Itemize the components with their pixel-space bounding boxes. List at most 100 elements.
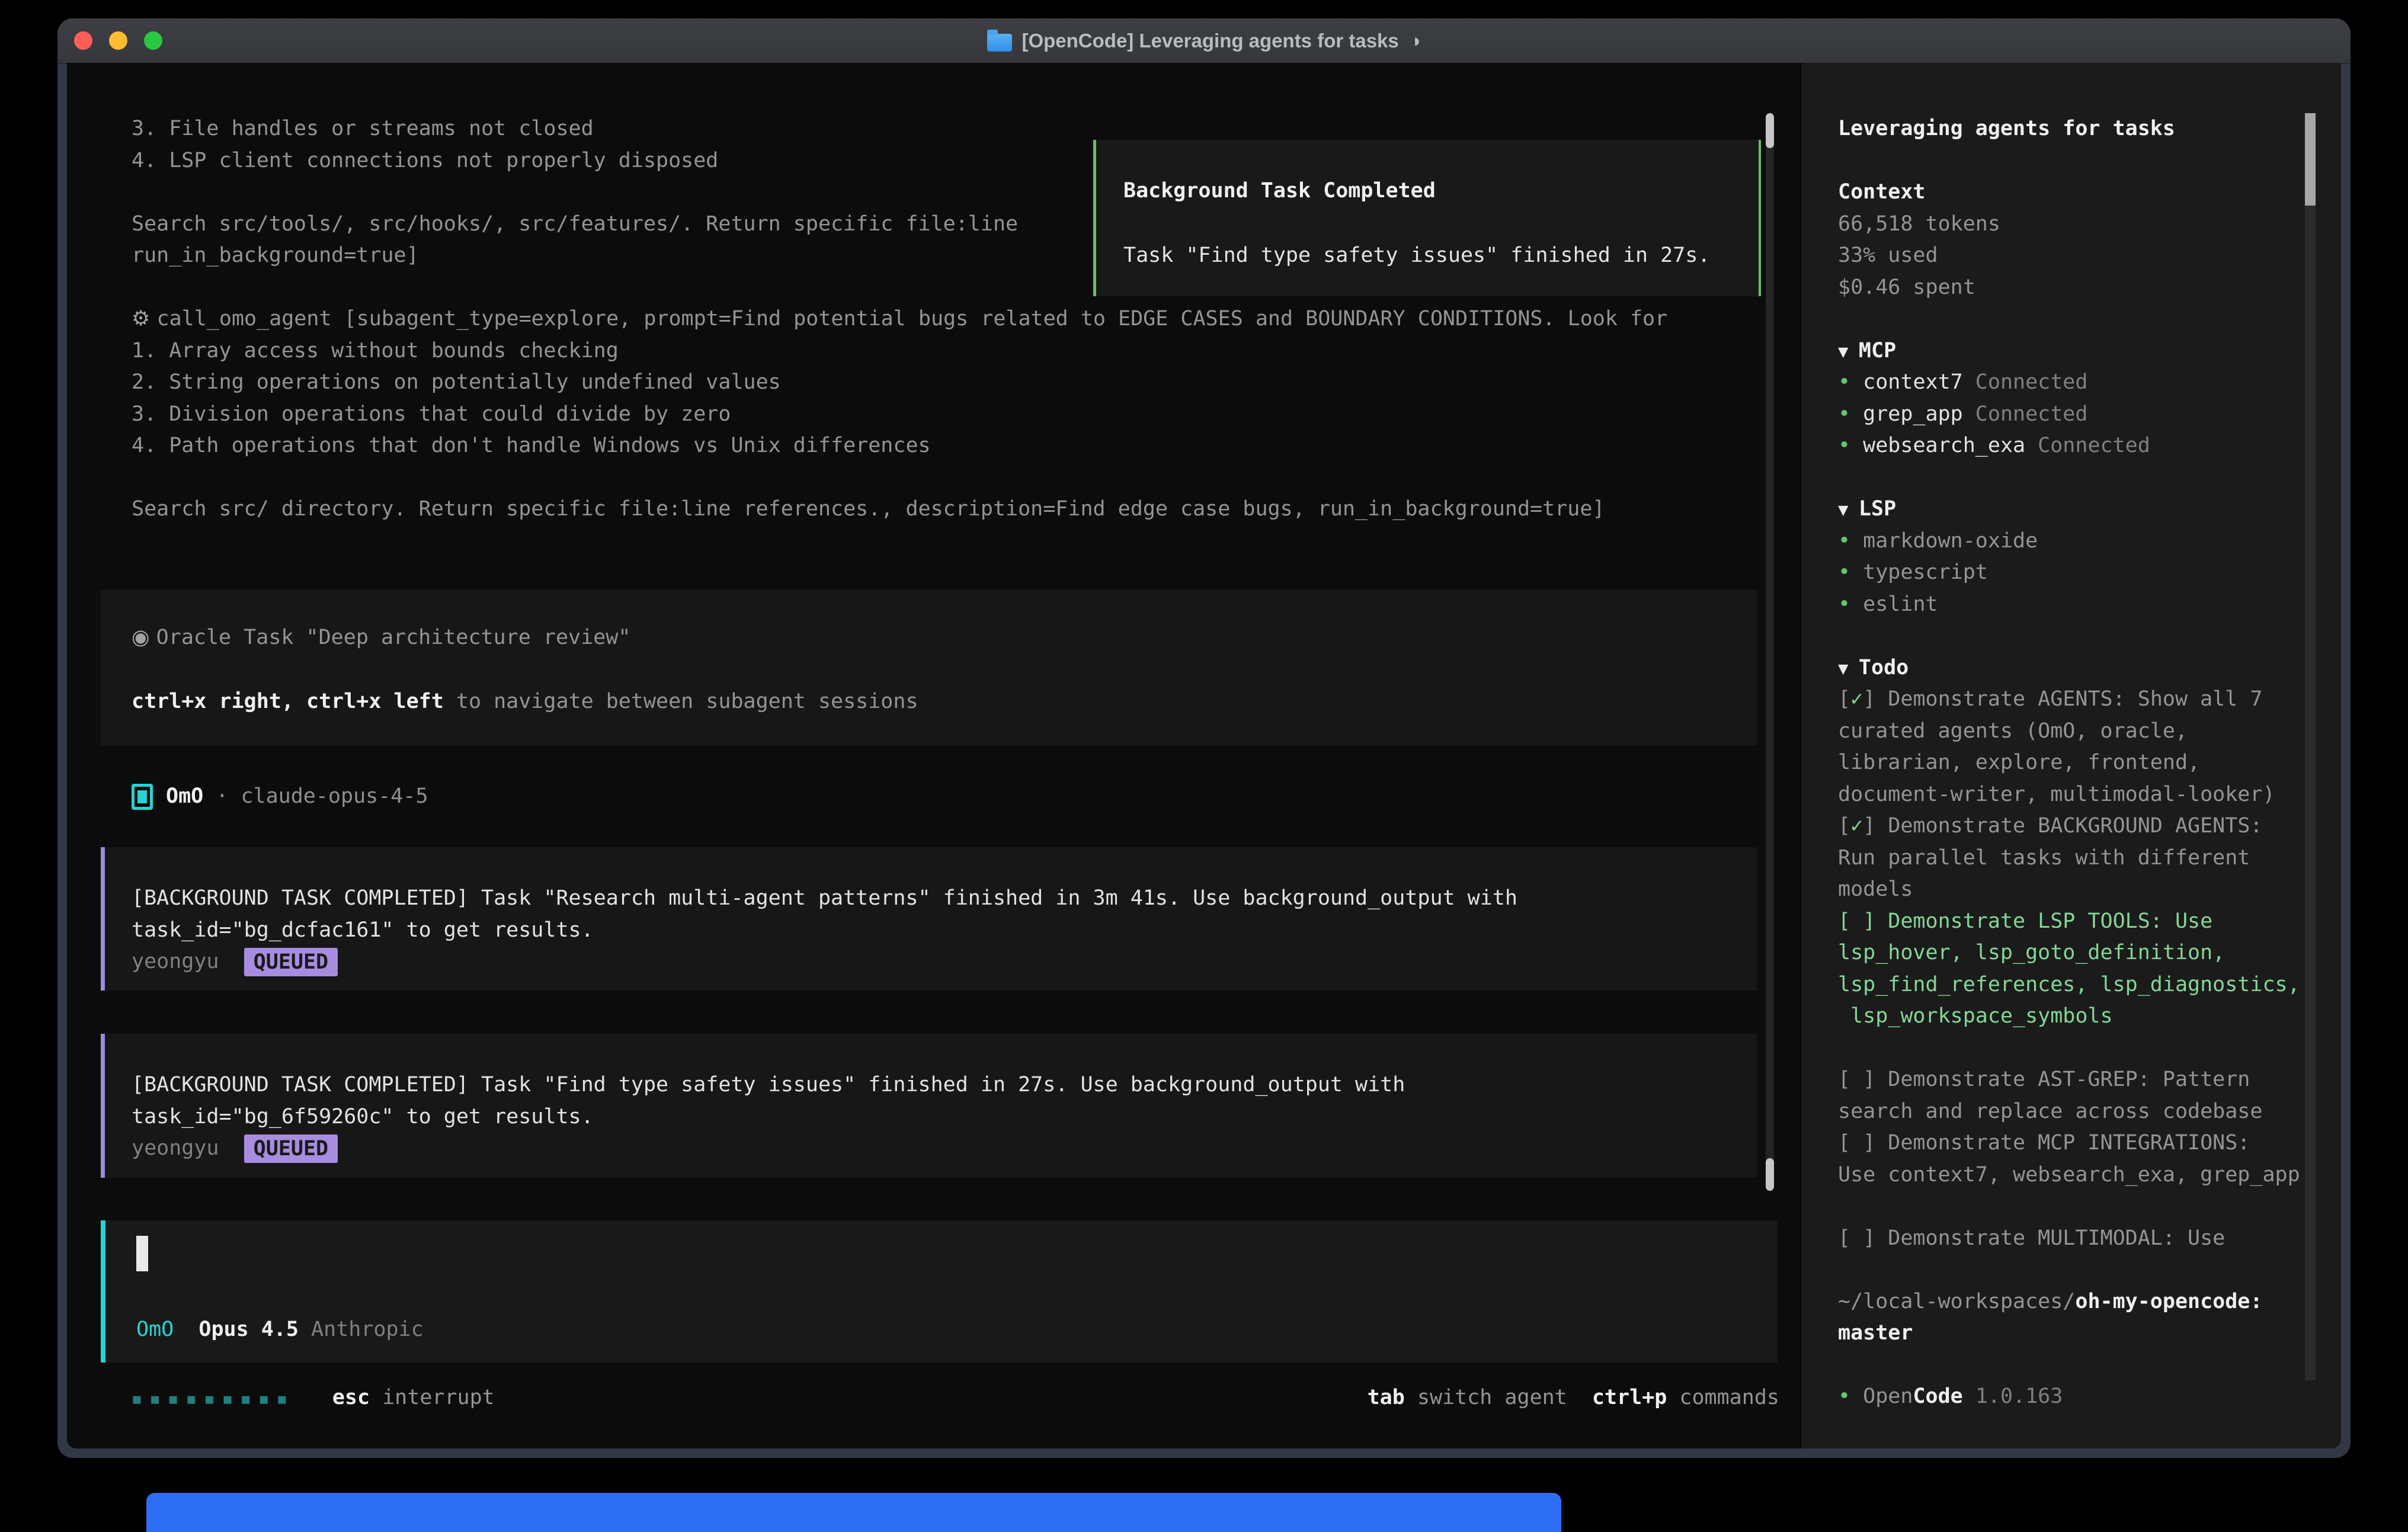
- background-task-message-2: [BACKGROUND TASK COMPLETED] Task "Find t…: [101, 1034, 1757, 1178]
- sidebar-line: lsp_hover, lsp_goto_definition,: [1838, 937, 2305, 969]
- main-scrollbar-thumb-bottom[interactable]: [1766, 1158, 1774, 1191]
- agent-header: OmO · claude-opus-4-5: [132, 781, 428, 813]
- main-scrollbar-thumb-top[interactable]: [1766, 113, 1774, 148]
- status-badge: QUEUED: [244, 1134, 338, 1163]
- text-segment: tab: [1368, 1386, 1405, 1409]
- sidebar-line: • typescript: [1838, 557, 2305, 589]
- session-sidebar: Leveraging agents for tasks Context66,51…: [1800, 63, 2341, 1448]
- sidebar-line: ▼ LSP: [1838, 493, 2305, 525]
- text-segment: Search src/tools/, src/hooks/, src/featu…: [132, 212, 1018, 236]
- oracle-navigation-hint: ctrl+x right, ctrl+x left to navigate be…: [132, 686, 918, 718]
- text-cursor: [136, 1236, 148, 1271]
- sidebar-line: master: [1838, 1318, 2305, 1350]
- background-task-message-1: [BACKGROUND TASK COMPLETED] Task "Resear…: [101, 847, 1757, 991]
- opencode-window: [OpenCode] Leveraging agents for tasks ◑…: [57, 18, 2351, 1458]
- sidebar-line: [✓] Demonstrate BACKGROUND AGENTS:: [1838, 810, 2305, 842]
- text-segment: [ ] Demonstrate MULTIMODAL: Use: [1838, 1226, 2225, 1250]
- omo-agent-icon: [132, 784, 153, 810]
- message-lines: [BACKGROUND TASK COMPLETED] Task "Find t…: [132, 1069, 1757, 1165]
- text-segment: librarian, explore, frontend,: [1838, 751, 2200, 774]
- text-segment: [ ] Demonstrate AST-GREP: Pattern: [1838, 1068, 2250, 1091]
- sidebar-line: Use context7, websearch_exa, grep_app: [1838, 1159, 2305, 1191]
- text-segment: •: [1838, 592, 1863, 616]
- text-segment: ctrl+p: [1592, 1386, 1667, 1409]
- sidebar-line: • markdown-oxide: [1838, 525, 2305, 557]
- text-segment: ▪▪▪▪▪▪▪▪▪: [132, 1390, 295, 1408]
- text-segment: eslint: [1863, 592, 1938, 616]
- text-segment: Demonstrate BACKGROUND AGENTS:: [1888, 814, 2262, 838]
- text-segment: call_omo_agent [subagent_type=explore, p…: [157, 307, 1668, 331]
- text-segment: Demonstrate AGENTS: Show all 7: [1888, 687, 2262, 711]
- text-segment: 1.0.163: [1963, 1384, 2063, 1408]
- text-segment: 3. File handles or streams not closed: [132, 117, 594, 140]
- text-segment: esc: [332, 1386, 370, 1409]
- sidebar-line: • OpenCode 1.0.163: [1838, 1381, 2305, 1413]
- text-segment: 1. Array access without bounds checking: [132, 339, 619, 363]
- toast-title: Background Task Completed: [1123, 175, 1759, 207]
- text-segment: Opus 4.5: [198, 1318, 299, 1341]
- text-segment: run_in_background=true]: [132, 243, 419, 267]
- terminal-main-pane[interactable]: 3. File handles or streams not closed 4. …: [67, 63, 1800, 1448]
- text-segment: to navigate between subagent sessions: [444, 690, 918, 713]
- agent-separator: ·: [203, 781, 241, 813]
- text-segment: Run parallel tasks with different: [1838, 846, 2250, 870]
- text-segment: •: [1838, 560, 1863, 584]
- text-segment: [299, 1318, 311, 1341]
- text-segment: $0.46 spent: [1838, 275, 1975, 299]
- text-segment: [174, 1318, 198, 1341]
- sidebar-line: [ ] Demonstrate MULTIMODAL: Use: [1838, 1223, 2305, 1255]
- sidebar-scrollbar-thumb[interactable]: [2305, 113, 2316, 206]
- background-window-strip[interactable]: [146, 1493, 1561, 1532]
- sidebar-line: lsp_find_references, lsp_diagnostics,: [1838, 969, 2305, 1001]
- sidebar-line: [1838, 462, 2305, 494]
- text-segment: document-writer, multimodal-looker): [1838, 783, 2275, 806]
- sidebar-line: • eslint: [1838, 589, 2305, 621]
- text-segment: lsp_workspace_symbols: [1838, 1004, 2113, 1028]
- window-title: [OpenCode] Leveraging agents for tasks ◑: [57, 18, 2351, 63]
- text-segment: context7: [1863, 370, 1963, 394]
- text-segment: Connected: [1963, 370, 2088, 394]
- oracle-task-title: ◉ Oracle Task "Deep architecture review": [132, 622, 630, 654]
- text-segment: •: [1838, 1384, 1863, 1408]
- sidebar-scrollbar[interactable]: [2305, 113, 2316, 1380]
- text-segment: websearch_exa: [1863, 434, 2025, 457]
- text-segment: ▼: [1838, 658, 1859, 678]
- text-segment: ]: [1863, 814, 1888, 838]
- text-segment: ⚙: [132, 307, 157, 331]
- sidebar-line: [1838, 145, 2305, 177]
- sidebar-line: ▼ MCP: [1838, 335, 2305, 367]
- text-segment: lsp_find_references, lsp_diagnostics,: [1838, 973, 2300, 996]
- text-segment: curated agents (OmO, oracle,: [1838, 719, 2188, 743]
- text-segment: [BACKGROUND TASK COMPLETED] Task "Resear…: [132, 886, 1517, 910]
- agent-model: claude-opus-4-5: [241, 781, 428, 813]
- terminal-line: 1. Array access without bounds checking: [132, 335, 1765, 367]
- sidebar-line: [ ] Demonstrate MCP INTEGRATIONS:: [1838, 1127, 2305, 1159]
- folder-icon: [987, 34, 1012, 52]
- main-scrollbar[interactable]: [1766, 113, 1774, 1191]
- text-segment: yeongyu: [132, 950, 219, 973]
- sidebar-line: Leveraging agents for tasks: [1838, 113, 2305, 145]
- text-segment: Connected: [2025, 434, 2150, 457]
- message-line: yeongyu QUEUED: [132, 1133, 1757, 1165]
- titlebar[interactable]: [OpenCode] Leveraging agents for tasks ◑: [57, 18, 2351, 64]
- text-segment: Search src/ directory. Return specific f…: [132, 497, 1605, 521]
- message-lines: [BACKGROUND TASK COMPLETED] Task "Resear…: [132, 883, 1757, 978]
- sidebar-line: Context: [1838, 177, 2305, 209]
- text-segment: yeongyu: [132, 1136, 219, 1160]
- text-segment: •: [1838, 434, 1863, 457]
- text-segment: 2. String operations on potentially unde…: [132, 370, 781, 394]
- prompt-input[interactable]: OmO Opus 4.5 Anthropic: [101, 1220, 1778, 1363]
- text-segment: •: [1838, 529, 1863, 553]
- sidebar-line: lsp_workspace_symbols: [1838, 1001, 2305, 1033]
- text-segment: Open: [1863, 1384, 1913, 1408]
- window-content: 3. File handles or streams not closed 4. …: [67, 63, 2341, 1448]
- text-segment: Anthropic: [311, 1318, 424, 1341]
- sidebar-line: ▼ Todo: [1838, 652, 2305, 684]
- text-segment: LSP: [1859, 497, 1896, 521]
- text-segment: 4. Path operations that don't handle Win…: [132, 434, 931, 457]
- text-segment: models: [1838, 877, 1913, 901]
- sidebar-line: • grep_app Connected: [1838, 399, 2305, 431]
- sidebar-line: librarian, explore, frontend,: [1838, 747, 2305, 779]
- sidebar-line: 33% used: [1838, 240, 2305, 272]
- text-segment: ▼: [1838, 499, 1859, 520]
